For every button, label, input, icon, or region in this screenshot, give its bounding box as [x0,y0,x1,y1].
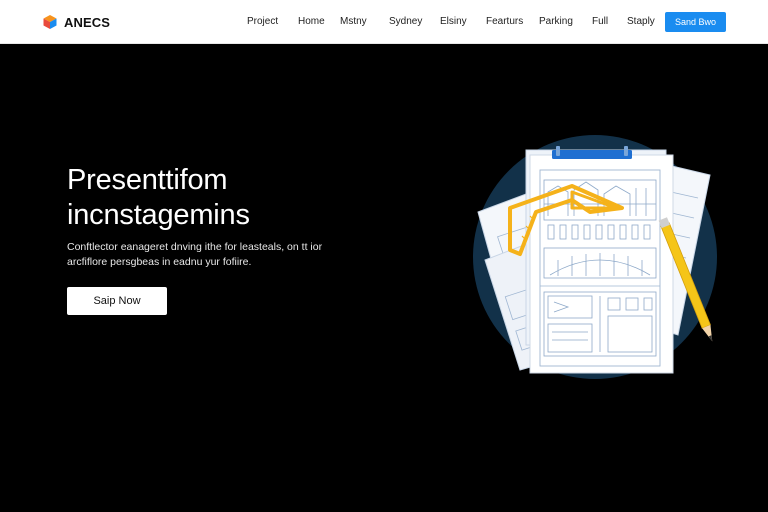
nav-item-parking[interactable]: Parking [539,16,573,27]
nav-item-home[interactable]: Home [298,16,325,27]
hero-subtitle: Conftlector eanageret dnving ithe for le… [67,240,367,270]
nav-item-elsiny[interactable]: Elsiny [440,16,467,27]
hero-title-line-2: incnstagemins [67,199,250,231]
nav-item-project[interactable]: Project [247,16,278,27]
brand[interactable]: ANECS [42,12,110,32]
hero-subtitle-line-1: Conftlector eanageret dnving ithe for le… [67,241,323,253]
hero-subtitle-line-2: arcfiflore persgbeas in eadnu yur fofiir… [67,256,252,268]
nav-item-full[interactable]: Full [592,16,608,27]
landing-page: ANECS Project Home Mstny Sydney Elsiny F… [0,0,768,512]
blueprint-illustration [473,135,717,379]
brand-name: ANECS [64,14,111,30]
hero-title: Presenttifom incnstagemins [67,163,367,233]
cube-logo-icon [43,15,57,29]
nav-item-fearturs[interactable]: Fearturs [486,16,523,27]
nav-item-staply[interactable]: Staply [627,16,655,27]
nav-item-mstny[interactable]: Mstny [340,16,367,27]
hero-cta-button[interactable]: Saip Now [67,287,167,315]
clip-bar [552,150,632,159]
nav-cta-button[interactable]: Sand Bwo [665,12,726,32]
nav-item-sydney[interactable]: Sydney [389,16,422,27]
top-navbar: ANECS Project Home Mstny Sydney Elsiny F… [0,0,768,44]
blueprint-document-icon [529,146,674,374]
hero-title-line-1: Presenttifom [67,164,228,196]
